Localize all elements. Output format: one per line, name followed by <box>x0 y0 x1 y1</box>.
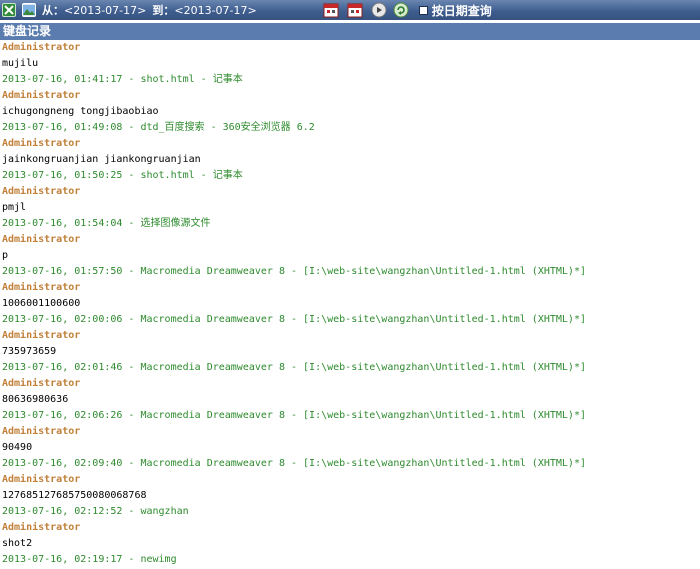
entry-meta: 2013-07-16, 01:41:17 - shot.html - 记事本 <box>2 74 243 85</box>
entry-keys: shot2 <box>2 538 33 549</box>
to-label: 到： <box>152 4 175 17</box>
entry-keys: 90490 <box>2 442 33 453</box>
toolbar: 从：<2013-07-17> 到：<2013-07-17> 按日期查询 <box>0 0 700 20</box>
entry-meta: 2013-07-16, 02:19:17 - newimg <box>2 554 177 565</box>
entry-keys: 127685127685750080068768 <box>2 490 147 501</box>
entry-user: Administrator <box>2 42 81 53</box>
refresh-icon[interactable] <box>393 2 409 18</box>
excel-export-icon[interactable] <box>2 3 16 17</box>
entry-meta: 2013-07-16, 01:50:25 - shot.html - 记事本 <box>2 170 243 181</box>
entry-keys: pmjl <box>2 202 27 213</box>
keylog-list[interactable]: Administrator mujilu 2013-07-16, 01:41:1… <box>0 40 700 569</box>
date-to: 到：<2013-07-17> <box>152 2 256 18</box>
date-query-checkbox[interactable] <box>418 5 428 15</box>
image-icon[interactable] <box>22 3 36 17</box>
to-date-value[interactable]: <2013-07-17> <box>174 4 256 17</box>
play-icon[interactable] <box>371 2 387 18</box>
entry-user: Administrator <box>2 282 81 293</box>
entry-keys: mujilu <box>2 58 39 69</box>
entry-meta: 2013-07-16, 02:09:40 - Macromedia Dreamw… <box>2 458 586 469</box>
entry-keys: 735973659 <box>2 346 57 357</box>
entry-user: Administrator <box>2 426 81 437</box>
entry-keys: p <box>2 250 9 261</box>
entry-user: Administrator <box>2 138 81 149</box>
entry-meta: 2013-07-16, 02:06:26 - Macromedia Dreamw… <box>2 410 586 421</box>
entry-keys: jainkongruanjian jiankongruanjian <box>2 154 201 165</box>
entry-meta: 2013-07-16, 01:49:08 - dtd_百度搜索 - 360安全浏… <box>2 122 315 133</box>
entry-keys: ichugongneng tongjibaobiao <box>2 106 159 117</box>
entry-meta: 2013-07-16, 01:54:04 - 选择图像源文件 <box>2 218 211 229</box>
entry-meta: 2013-07-16, 02:00:06 - Macromedia Dreamw… <box>2 314 586 325</box>
entry-meta: 2013-07-16, 02:01:46 - Macromedia Dreamw… <box>2 362 586 373</box>
from-label: 从： <box>42 4 64 17</box>
entry-user: Administrator <box>2 234 81 245</box>
panel-title: 键盘记录 <box>0 23 700 40</box>
from-date-value[interactable]: <2013-07-17> <box>64 4 146 17</box>
entry-user: Administrator <box>2 378 81 389</box>
entry-user: Administrator <box>2 186 81 197</box>
calendar-alt-icon[interactable] <box>347 2 363 18</box>
entry-keys: 80636980636 <box>2 394 69 405</box>
entry-user: Administrator <box>2 522 81 533</box>
date-from: 从：<2013-07-17> <box>42 2 146 18</box>
entry-user: Administrator <box>2 330 81 341</box>
entry-meta: 2013-07-16, 01:57:50 - Macromedia Dreamw… <box>2 266 586 277</box>
entry-meta: 2013-07-16, 02:12:52 - wangzhan <box>2 506 189 517</box>
entry-keys: 100600110060​0 <box>2 298 81 309</box>
calendar-icon[interactable] <box>323 2 339 18</box>
entry-user: Administrator <box>2 474 81 485</box>
entry-user: Administrator <box>2 90 81 101</box>
date-query-label[interactable]: 按日期查询 <box>432 2 492 19</box>
